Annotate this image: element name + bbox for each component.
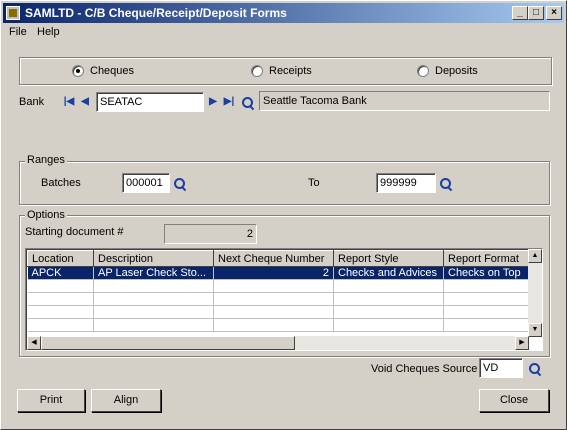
column-header-report-style[interactable]: Report Style — [333, 250, 444, 267]
main-window: SAMLTD - C/B Cheque/Receipt/Deposit Form… — [0, 0, 567, 430]
close-button[interactable]: Close — [479, 389, 549, 412]
cell-report-format[interactable]: Checks on Top — [443, 266, 531, 280]
column-header-location[interactable]: Location — [27, 250, 94, 267]
previous-record-icon[interactable]: ◀ — [78, 95, 92, 109]
cell-report-style[interactable]: Checks and Advices — [333, 266, 444, 280]
form-type-panel: Cheques Receipts Deposits — [19, 57, 552, 85]
maximize-button[interactable]: □ — [528, 6, 544, 20]
scroll-right-button[interactable]: ▶ — [515, 336, 529, 350]
grid-header-row: Location Description Next Cheque Number … — [27, 250, 531, 267]
batches-label: Batches — [41, 177, 81, 189]
next-record-icon[interactable]: ▶ — [206, 95, 220, 109]
void-cheques-source-input[interactable]: VD — [479, 358, 523, 378]
table-row[interactable]: APCK AP Laser Check Sto... 2 Checks and … — [27, 266, 531, 280]
grid-horizontal-scrollbar[interactable]: ◀ ▶ — [27, 336, 529, 350]
scroll-up-button[interactable]: ▲ — [528, 249, 542, 263]
column-header-next-cheque-number[interactable]: Next Cheque Number — [213, 250, 334, 267]
minimize-button[interactable]: _ — [512, 6, 528, 20]
cell-next-cheque-number[interactable]: 2 — [213, 266, 334, 280]
void-source-search-icon[interactable] — [528, 362, 542, 376]
print-button[interactable]: Print — [17, 389, 85, 412]
starting-document-label: Starting document # — [25, 226, 124, 238]
table-row[interactable] — [27, 292, 531, 306]
starting-document-display: 2 — [164, 224, 257, 244]
receipts-radio[interactable] — [251, 65, 263, 77]
first-record-icon[interactable]: |◀ — [62, 95, 76, 109]
table-row[interactable] — [27, 318, 531, 332]
scroll-left-button[interactable]: ◀ — [27, 336, 41, 350]
bank-label: Bank — [19, 96, 45, 108]
batch-to-search-icon[interactable] — [439, 177, 453, 191]
ranges-legend: Ranges — [25, 154, 67, 166]
grid-vertical-scrollbar[interactable]: ▲ ▼ — [528, 249, 542, 337]
align-button[interactable]: Align — [91, 389, 161, 412]
close-window-button[interactable]: × — [546, 6, 562, 20]
to-label: To — [308, 177, 320, 189]
menu-bar: File Help — [3, 24, 564, 42]
cell-description[interactable]: AP Laser Check Sto... — [93, 266, 214, 280]
menu-file[interactable]: File — [9, 26, 27, 38]
receipts-radio-label[interactable]: Receipts — [269, 65, 312, 77]
batch-from-search-icon[interactable] — [173, 177, 187, 191]
ranges-group — [19, 161, 550, 205]
title-bar[interactable]: SAMLTD - C/B Cheque/Receipt/Deposit Form… — [3, 3, 564, 23]
column-header-report-format[interactable]: Report Format — [443, 250, 531, 267]
grid-table: Location Description Next Cheque Number … — [27, 250, 531, 332]
deposits-radio[interactable] — [417, 65, 429, 77]
bank-search-icon[interactable] — [241, 96, 255, 110]
horizontal-scroll-thumb[interactable] — [41, 336, 295, 350]
cheques-radio[interactable] — [72, 65, 84, 77]
cheque-location-grid[interactable]: Location Description Next Cheque Number … — [25, 248, 543, 351]
cheques-radio-label[interactable]: Cheques — [90, 65, 134, 77]
last-record-icon[interactable]: ▶| — [222, 95, 236, 109]
table-row[interactable] — [27, 305, 531, 319]
bank-name-display: Seattle Tacoma Bank — [259, 91, 550, 111]
deposits-radio-label[interactable]: Deposits — [435, 65, 478, 77]
app-icon — [6, 6, 20, 20]
table-row[interactable] — [27, 279, 531, 293]
void-cheques-source-label: Void Cheques Source — [371, 363, 478, 375]
scroll-down-button[interactable]: ▼ — [528, 323, 542, 337]
column-header-description[interactable]: Description — [93, 250, 214, 267]
options-legend: Options — [25, 209, 67, 221]
batch-to-input[interactable]: 999999 — [376, 173, 436, 193]
window-title: SAMLTD - C/B Cheque/Receipt/Deposit Form… — [25, 6, 287, 20]
menu-help[interactable]: Help — [37, 26, 60, 38]
batch-from-input[interactable]: 000001 — [122, 173, 170, 193]
cell-location[interactable]: APCK — [27, 266, 94, 280]
bank-code-input[interactable]: SEATAC — [96, 92, 204, 112]
